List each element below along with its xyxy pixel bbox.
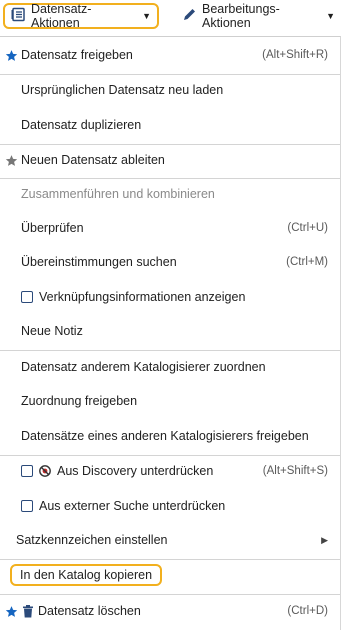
menu-item-new-note[interactable]: Neue Notiz xyxy=(0,317,340,345)
star-icon xyxy=(5,146,18,174)
menu-item-release-assignment[interactable]: Zuordnung freigeben xyxy=(0,387,340,415)
menu-item-reload-original[interactable]: Ursprünglichen Datensatz neu laden xyxy=(0,76,340,104)
menu-item-label: Übereinstimmungen suchen xyxy=(21,255,177,269)
menu-item-label: Satzkennzeichen einstellen xyxy=(16,533,168,547)
menu-item-label: Datensätze eines anderen Katalogisierers… xyxy=(21,429,309,443)
shortcut-hint: (Ctrl+M) xyxy=(286,256,328,268)
menu-item-label: Neuen Datensatz ableiten xyxy=(21,153,165,167)
separator xyxy=(0,144,340,145)
menu-item-label: Ursprünglichen Datensatz neu laden xyxy=(21,83,224,97)
separator xyxy=(0,455,340,456)
menu-item-copy-to-catalog[interactable]: In den Katalog kopieren xyxy=(0,561,340,589)
menu-item-label: Datensatz freigeben xyxy=(21,48,133,62)
toolbar: Datensatz-Aktionen ▼ Bearbeitungs-Aktion… xyxy=(0,0,341,36)
menu-item-label: Aus Discovery unterdrücken xyxy=(57,464,214,478)
menu-item-derive-record[interactable]: Neuen Datensatz ableiten xyxy=(0,146,340,174)
edit-actions-label: Bearbeitungs-Aktionen xyxy=(202,2,280,30)
pencil-icon xyxy=(182,7,197,25)
trash-icon xyxy=(22,597,34,625)
shortcut-hint: (Ctrl+U) xyxy=(287,222,328,234)
menu-item-suppress-discovery[interactable]: Aus Discovery unterdrücken (Alt+Shift+S) xyxy=(0,457,340,485)
record-actions-label: Datensatz-Aktionen xyxy=(31,2,92,30)
menu-item-label: Überprüfen xyxy=(21,221,84,235)
star-icon xyxy=(5,597,18,625)
menu-item-suppress-external[interactable]: Aus externer Suche unterdrücken xyxy=(0,492,340,520)
checkbox[interactable] xyxy=(21,465,33,477)
caret-down-icon: ▼ xyxy=(142,11,151,21)
edit-actions-button[interactable]: Bearbeitungs-Aktionen ▼ xyxy=(176,2,341,30)
menu-item-label: Neue Notiz xyxy=(21,324,83,338)
menu-item-label: Zuordnung freigeben xyxy=(21,394,138,408)
record-actions-menu: Datensatz freigeben (Alt+Shift+R) Ursprü… xyxy=(0,36,341,630)
separator xyxy=(0,559,340,560)
menu-item-label: In den Katalog kopieren xyxy=(20,568,153,582)
menu-item-label: Zusammenführen und kombinieren xyxy=(21,187,215,201)
shortcut-hint: (Ctrl+D) xyxy=(287,605,328,617)
separator xyxy=(0,74,340,75)
menu-item-validate[interactable]: Überprüfen (Ctrl+U) xyxy=(0,214,340,242)
menu-item-label: Aus externer Suche unterdrücken xyxy=(39,499,226,513)
separator xyxy=(0,594,340,595)
menu-item-label: Datensatz löschen xyxy=(38,604,141,618)
shortcut-hint: (Alt+Shift+R) xyxy=(262,49,328,61)
menu-item-assign-cataloger[interactable]: Datensatz anderem Katalogisierer zuordne… xyxy=(0,353,340,381)
menu-item-find-matches[interactable]: Übereinstimmungen suchen (Ctrl+M) xyxy=(0,248,340,276)
separator xyxy=(0,178,340,179)
no-entry-icon xyxy=(39,465,51,477)
highlight-frame: In den Katalog kopieren xyxy=(10,564,163,586)
menu-item-release-record[interactable]: Datensatz freigeben (Alt+Shift+R) xyxy=(0,41,340,69)
separator xyxy=(0,350,340,351)
star-icon xyxy=(5,41,18,69)
menu-item-delete-record[interactable]: Datensatz löschen (Ctrl+D) xyxy=(0,597,340,625)
menu-item-label: Datensatz anderem Katalogisierer zuordne… xyxy=(21,360,266,374)
shortcut-hint: (Alt+Shift+S) xyxy=(262,465,328,477)
caret-down-icon: ▼ xyxy=(326,11,335,21)
menu-item-label: Verknüpfungsinformationen anzeigen xyxy=(39,290,246,304)
menu-item-duplicate-record[interactable]: Datensatz duplizieren xyxy=(0,111,340,139)
checkbox[interactable] xyxy=(21,500,33,512)
menu-item-merge-combine: Zusammenführen und kombinieren xyxy=(0,180,340,208)
record-list-icon xyxy=(11,7,26,25)
menu-item-release-other-records[interactable]: Datensätze eines anderen Katalogisierers… xyxy=(0,422,340,450)
menu-item-show-linking-info[interactable]: Verknüpfungsinformationen anzeigen xyxy=(0,283,340,311)
record-actions-button[interactable]: Datensatz-Aktionen ▼ xyxy=(3,2,159,30)
checkbox[interactable] xyxy=(21,291,33,303)
menu-item-set-record-flags[interactable]: Satzkennzeichen einstellen ▶ xyxy=(0,526,340,554)
chevron-right-icon: ▶ xyxy=(321,534,328,545)
menu-item-label: Datensatz duplizieren xyxy=(21,118,142,132)
